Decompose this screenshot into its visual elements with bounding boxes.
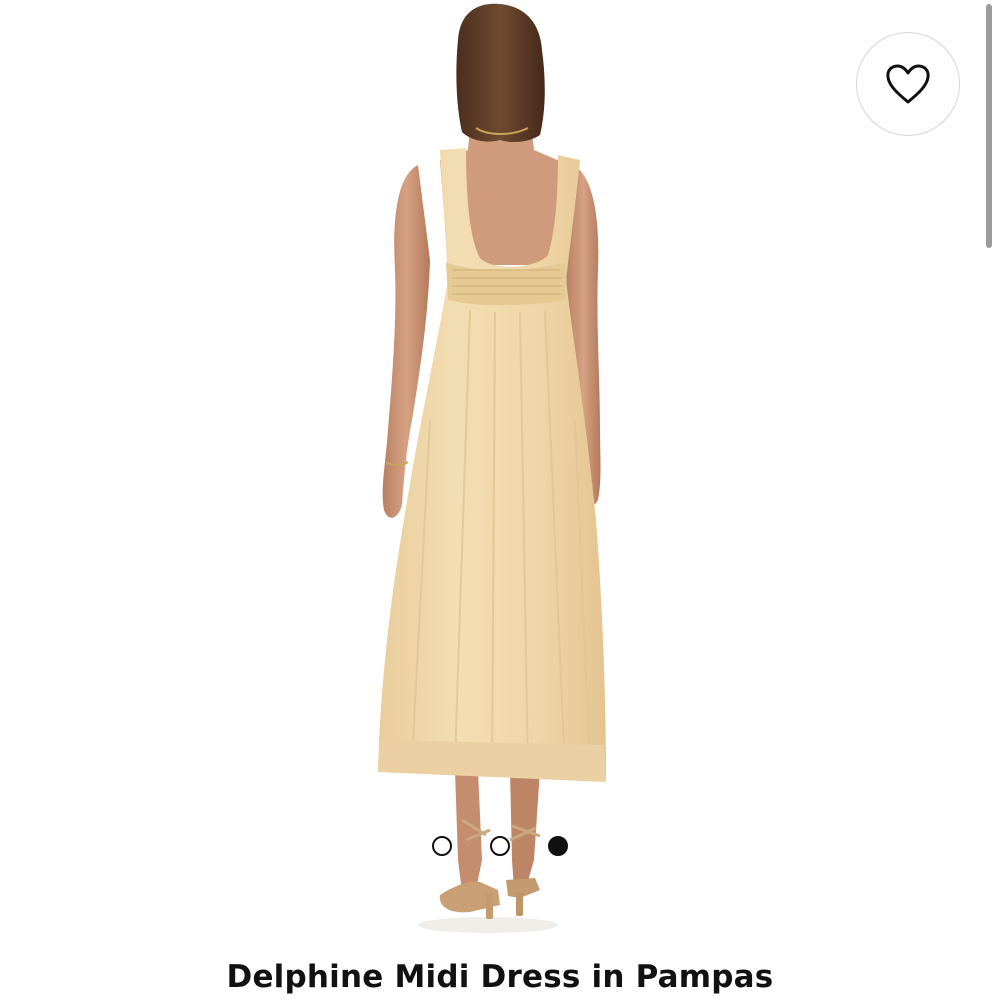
carousel-pagination <box>430 836 570 858</box>
product-page: Delphine Midi Dress in Pampas <box>0 0 1000 1000</box>
product-title: Delphine Midi Dress in Pampas <box>226 959 774 995</box>
heart-outline-icon <box>886 64 930 104</box>
carousel-dot-3-active[interactable] <box>548 836 568 856</box>
carousel-dot-2[interactable] <box>490 836 510 856</box>
product-image[interactable] <box>0 0 1000 940</box>
wishlist-button[interactable] <box>856 32 960 136</box>
carousel-dot-1[interactable] <box>432 836 452 856</box>
scrollbar-thumb[interactable] <box>986 4 992 248</box>
